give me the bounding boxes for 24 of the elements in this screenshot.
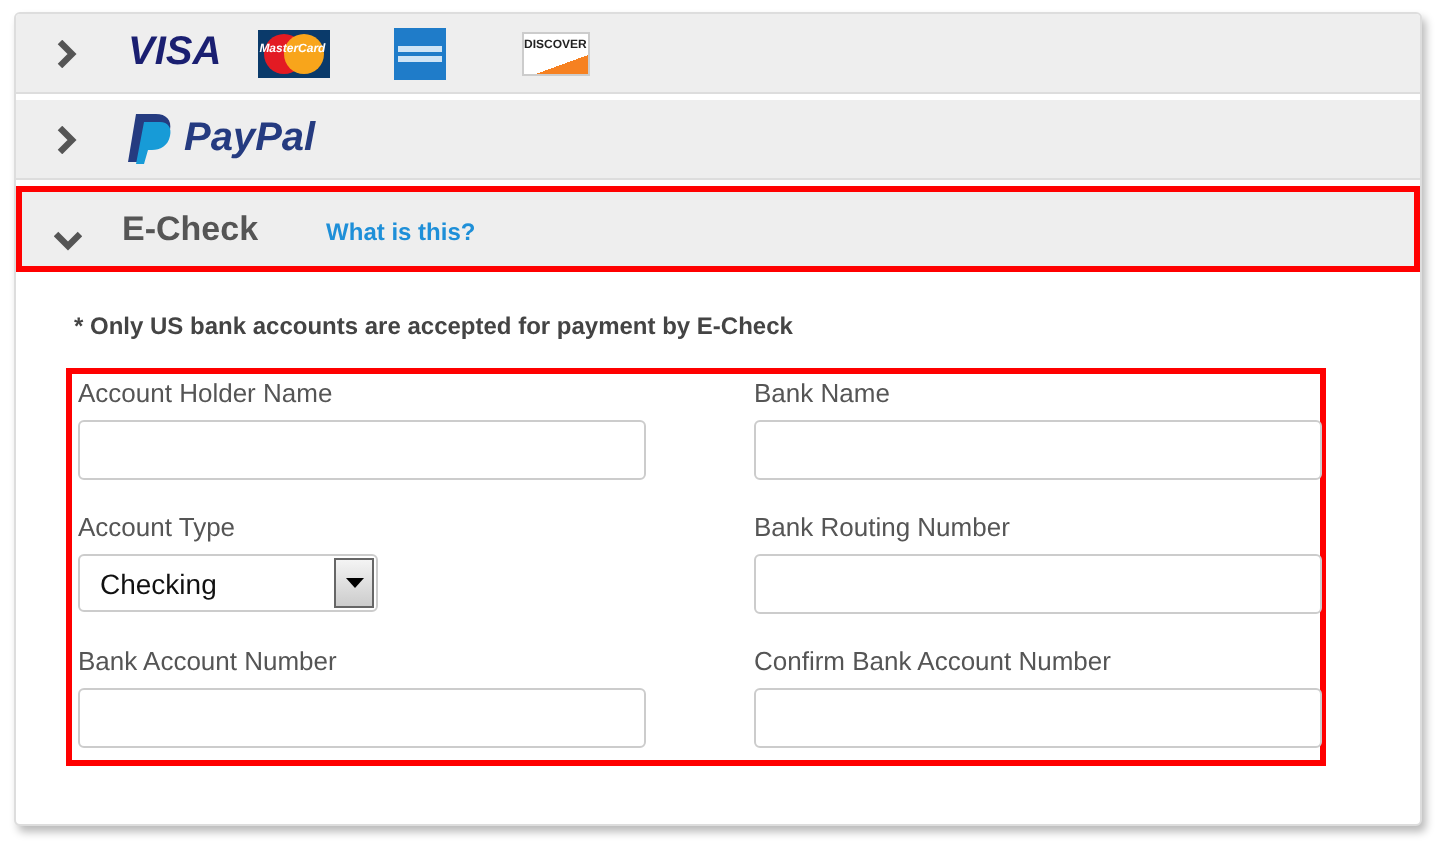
section-title: E-Check — [122, 209, 259, 249]
field-label: Confirm Bank Account Number — [754, 646, 1113, 676]
section-header[interactable]: E-Check What is this? — [16, 186, 1420, 272]
input-field[interactable] — [754, 688, 1322, 748]
input-field[interactable] — [78, 688, 646, 748]
p-mark-icon — [128, 113, 172, 165]
field-label: Bank Routing Number — [754, 512, 1012, 542]
section-header[interactable]: PayPal — [16, 100, 1420, 180]
visa-logo: VISA — [128, 30, 222, 76]
caret-icon — [345, 578, 363, 588]
paypal-logo: PayPal — [128, 113, 316, 165]
input-field[interactable] — [78, 420, 646, 480]
chevron-right-icon — [54, 39, 78, 67]
field-label: Account Type — [78, 512, 238, 542]
field-label: Bank Name — [754, 378, 892, 408]
field-label: Account Holder Name — [78, 378, 335, 408]
card-logo-icon — [393, 27, 446, 79]
note-text: * Only US bank accounts are accepted for payment by E-Check — [74, 312, 795, 340]
input-field[interactable] — [754, 420, 1322, 480]
account-type-dropdown[interactable]: Checking — [78, 554, 378, 612]
field-label: Bank Account Number — [78, 646, 339, 676]
input-field[interactable] — [754, 554, 1322, 614]
chevron-right-icon — [54, 125, 78, 153]
chevron-down-icon — [54, 227, 82, 251]
